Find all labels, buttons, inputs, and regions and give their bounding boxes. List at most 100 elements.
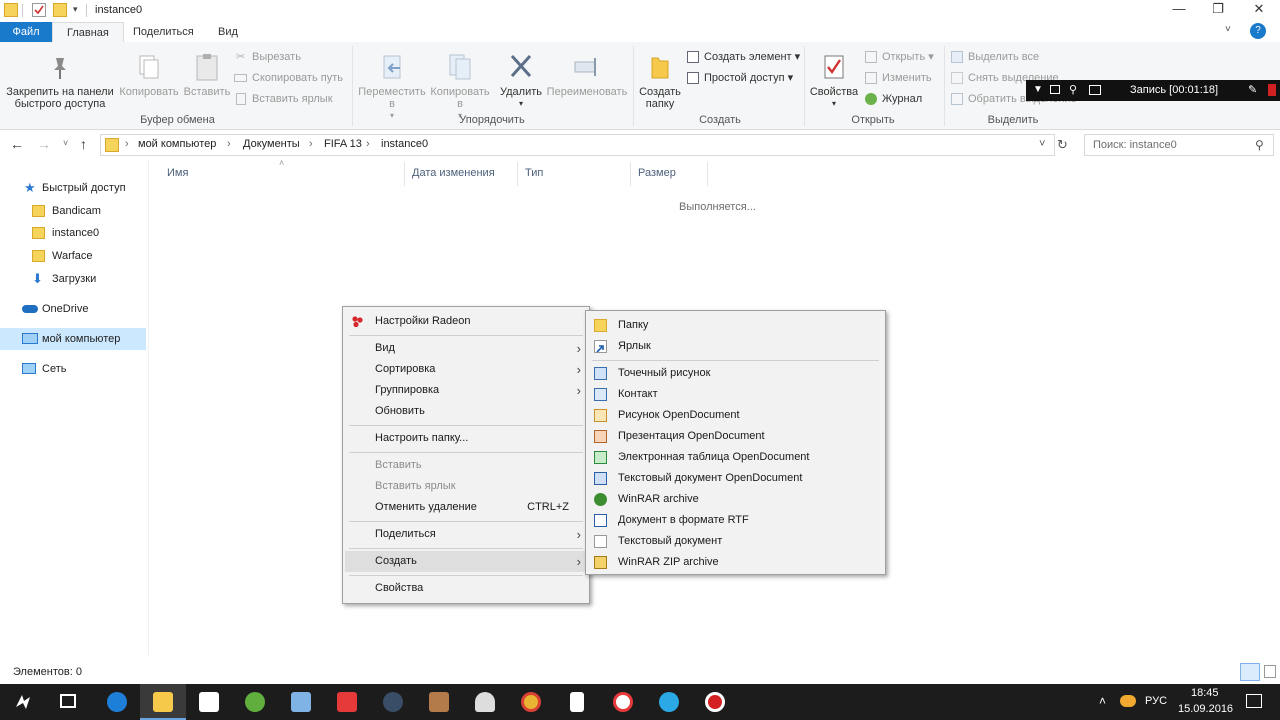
history-button[interactable]: Журнал [864, 90, 922, 108]
minimize-button[interactable]: — [1160, 0, 1198, 20]
column-size[interactable]: Размер [638, 167, 676, 179]
menu-item-properties[interactable]: Свойства [345, 578, 587, 599]
tab-home[interactable]: Главная [52, 22, 124, 42]
address-bar[interactable]: › мой компьютер › Документы › FIFA 13 › … [100, 134, 1055, 156]
menu-item-group[interactable]: Группировка › [345, 380, 587, 401]
collapse-ribbon-icon[interactable]: ˅ [1225, 24, 1231, 35]
open-button[interactable]: Открыть ▾ [864, 48, 934, 66]
forward-arrow-icon[interactable]: → [37, 136, 51, 152]
rename-button[interactable]: Переименовать [546, 52, 628, 98]
start-button[interactable] [0, 684, 46, 720]
refresh-icon[interactable]: ↻ [1057, 137, 1068, 153]
nav-network[interactable]: Сеть [20, 358, 66, 380]
new-odt-item[interactable]: Текстовый документ OpenDocument [588, 468, 883, 489]
breadcrumb-instance0[interactable]: instance0 [381, 138, 428, 150]
nav-item-instance0[interactable]: instance0 [30, 222, 99, 244]
easy-access-button[interactable]: Простой доступ ▾ [686, 69, 793, 87]
new-item-button[interactable]: Создать элемент ▾ [686, 48, 800, 66]
column-divider[interactable] [707, 162, 708, 186]
customize-quick-access-icon[interactable]: ▾ [73, 4, 78, 15]
recent-locations-icon[interactable]: ˅ [63, 138, 68, 148]
new-odp-item[interactable]: Презентация OpenDocument [588, 426, 883, 447]
window-mode-icon[interactable] [1050, 85, 1060, 94]
task-view-button[interactable] [46, 684, 92, 720]
taskbar-explorer[interactable] [140, 684, 186, 720]
properties-quick-icon[interactable] [32, 3, 46, 17]
menu-arrow-icon[interactable]: ▼ [1033, 84, 1043, 95]
close-button[interactable]: ✕ [1240, 0, 1278, 20]
search-icon[interactable]: ⚲ [1255, 138, 1264, 152]
menu-item-undo-delete[interactable]: Отменить удаление CTRL+Z [345, 497, 587, 518]
nav-item-downloads[interactable]: ⬇ Загрузки [30, 268, 96, 290]
menu-item-sort[interactable]: Сортировка › [345, 359, 587, 380]
taskbar-game[interactable] [416, 684, 462, 720]
details-view-icon[interactable] [1240, 663, 1260, 681]
cut-button[interactable]: ✂ Вырезать [234, 48, 301, 66]
tab-share[interactable]: Поделиться [119, 22, 208, 42]
tray-expand-icon[interactable]: ˄ [1099, 694, 1106, 708]
stop-record-icon[interactable] [1268, 84, 1276, 96]
copy-button[interactable]: Копировать [118, 52, 180, 98]
nav-item-bandicam[interactable]: Bandicam [30, 200, 101, 222]
clock-date[interactable]: 15.09.2016 [1178, 703, 1233, 715]
column-divider[interactable] [517, 162, 518, 186]
copy-path-button[interactable]: Скопировать путь [234, 69, 343, 87]
nav-quick-access[interactable]: ★ Быстрый доступ [20, 177, 126, 199]
column-divider[interactable] [630, 162, 631, 186]
language-indicator[interactable]: РУС [1145, 695, 1167, 707]
menu-item-radeon-settings[interactable]: Настройки Radeon [345, 311, 587, 332]
pencil-icon[interactable]: ✎ [1248, 83, 1257, 96]
nav-this-pc[interactable]: мой компьютер [0, 328, 146, 350]
taskbar-chrome[interactable] [508, 684, 554, 720]
menu-item-refresh[interactable]: Обновить [345, 401, 587, 422]
new-odg-item[interactable]: Рисунок OpenDocument [588, 405, 883, 426]
search-input[interactable]: Поиск: instance0 ⚲ [1084, 134, 1274, 156]
new-text-item[interactable]: Текстовый документ [588, 531, 883, 552]
tray-app-icon[interactable] [1120, 695, 1136, 707]
taskbar-yandex-browser[interactable] [600, 684, 646, 720]
breadcrumb-documents[interactable]: Документы [243, 138, 300, 150]
menu-item-view[interactable]: Вид › [345, 338, 587, 359]
tab-file[interactable]: Файл [0, 22, 52, 42]
paste-shortcut-button[interactable]: Вставить ярлык [234, 90, 333, 108]
new-shortcut-item[interactable]: Ярлык [588, 336, 883, 357]
maximize-button[interactable]: ❐ [1199, 0, 1237, 20]
fullscreen-icon[interactable] [1089, 85, 1101, 95]
new-folder-quick-icon[interactable] [53, 3, 67, 17]
copy-to-button[interactable]: Копировать в ▾ [427, 52, 493, 122]
address-dropdown-icon[interactable]: ˅ [1039, 138, 1045, 150]
taskbar-media[interactable] [278, 684, 324, 720]
column-type[interactable]: Тип [525, 167, 543, 179]
taskbar-app[interactable] [462, 684, 508, 720]
taskbar-bandicam[interactable] [692, 684, 738, 720]
taskbar-steam[interactable] [370, 684, 416, 720]
menu-item-paste-shortcut[interactable]: Вставить ярлык [345, 476, 587, 497]
notifications-icon[interactable] [1246, 694, 1262, 708]
edit-button[interactable]: Изменить [864, 69, 932, 87]
new-contact-item[interactable]: Контакт [588, 384, 883, 405]
menu-item-customize-folder[interactable]: Настроить папку... [345, 428, 587, 449]
taskbar-skype[interactable] [646, 684, 692, 720]
taskbar-yandex[interactable] [324, 684, 370, 720]
nav-item-warface[interactable]: Warface [30, 245, 93, 267]
back-arrow-icon[interactable]: ← [10, 136, 24, 152]
taskbar-utorrent[interactable] [232, 684, 278, 720]
menu-item-create[interactable]: Создать › [345, 551, 587, 572]
zoom-icon[interactable]: ⚲ [1069, 83, 1077, 96]
clock-time[interactable]: 18:45 [1191, 687, 1219, 699]
menu-item-share[interactable]: Поделиться › [345, 524, 587, 545]
move-to-button[interactable]: Переместить в ▾ [358, 52, 426, 122]
up-arrow-icon[interactable]: ↑ [80, 136, 87, 152]
tab-view[interactable]: Вид [204, 22, 252, 42]
taskbar-notepad[interactable] [554, 684, 600, 720]
new-ods-item[interactable]: Электронная таблица OpenDocument [588, 447, 883, 468]
help-button[interactable]: ? [1250, 23, 1266, 39]
pin-quick-access-button[interactable]: Закрепить на панели быстрого доступа [4, 52, 116, 110]
taskbar-edge[interactable] [94, 684, 140, 720]
new-bitmap-item[interactable]: Точечный рисунок [588, 363, 883, 384]
new-folder-button[interactable]: Создать папку [638, 52, 682, 110]
breadcrumb-fifa13[interactable]: FIFA 13 [324, 138, 362, 150]
delete-button[interactable]: Удалить ▾ [497, 52, 545, 110]
nav-onedrive[interactable]: OneDrive [20, 298, 88, 320]
large-icons-view-icon[interactable] [1264, 665, 1276, 678]
